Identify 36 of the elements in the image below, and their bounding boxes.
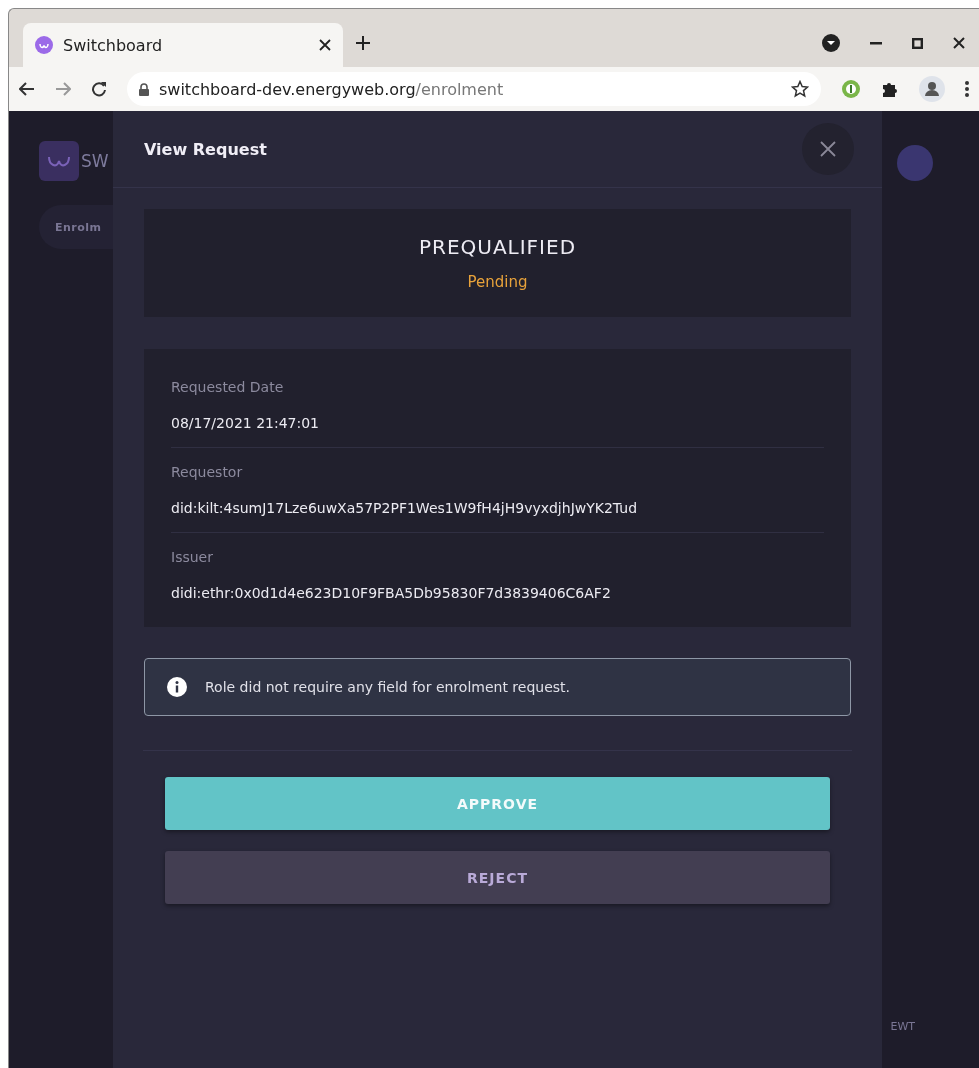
tab-title: Switchboard [63, 35, 164, 55]
logo-text: SW [81, 151, 109, 171]
tab-search-icon[interactable] [822, 34, 840, 52]
reject-button[interactable]: REJECT [165, 851, 830, 904]
lock-icon [139, 82, 149, 96]
info-icon [167, 677, 187, 697]
browser-tab[interactable]: Switchboard [23, 23, 343, 67]
puzzle-icon[interactable] [881, 80, 899, 98]
menu-icon[interactable] [965, 81, 969, 97]
extension-icon[interactable] [841, 79, 861, 99]
field-label: Requestor [171, 464, 244, 480]
dialog-title: View Request [144, 139, 267, 159]
close-icon[interactable] [319, 39, 331, 51]
close-button[interactable] [802, 123, 854, 175]
maximize-icon[interactable] [912, 37, 923, 49]
profile-icon[interactable] [919, 76, 945, 102]
address-bar[interactable]: switchboard-dev.energyweb.org/enrolment [127, 72, 821, 106]
field-value: didi:ethr:0x0d1d4e623D10F9FBA5Db95830F7d3839406C6AF2 [171, 585, 612, 601]
star-icon[interactable] [791, 80, 809, 98]
field-label: Requested Date [171, 379, 285, 395]
app-logo [39, 141, 79, 181]
role-name: PREQUALIFIED [418, 235, 577, 259]
reload-icon[interactable] [91, 81, 107, 97]
nav-label[interactable]: EWT [890, 1020, 915, 1033]
status-text: Pending [467, 273, 528, 291]
field-value: did:kilt:4sumJ17Lze6uwXa57P2PF1Wes1W9fH4jH9vyxdjhJwYK2Tud [171, 500, 639, 516]
close-icon [820, 141, 836, 157]
minimize-icon[interactable] [870, 41, 882, 45]
forward-icon[interactable] [55, 82, 71, 96]
back-icon[interactable] [19, 82, 35, 96]
new-tab-icon[interactable] [355, 35, 371, 51]
close-icon[interactable] [953, 37, 965, 49]
app-logo-icon [35, 36, 53, 54]
field-value: 08/17/2021 21:47:01 [171, 415, 321, 431]
info-text: Role did not require any field for enrolment request. [205, 679, 570, 695]
field-label: Issuer [171, 549, 214, 565]
